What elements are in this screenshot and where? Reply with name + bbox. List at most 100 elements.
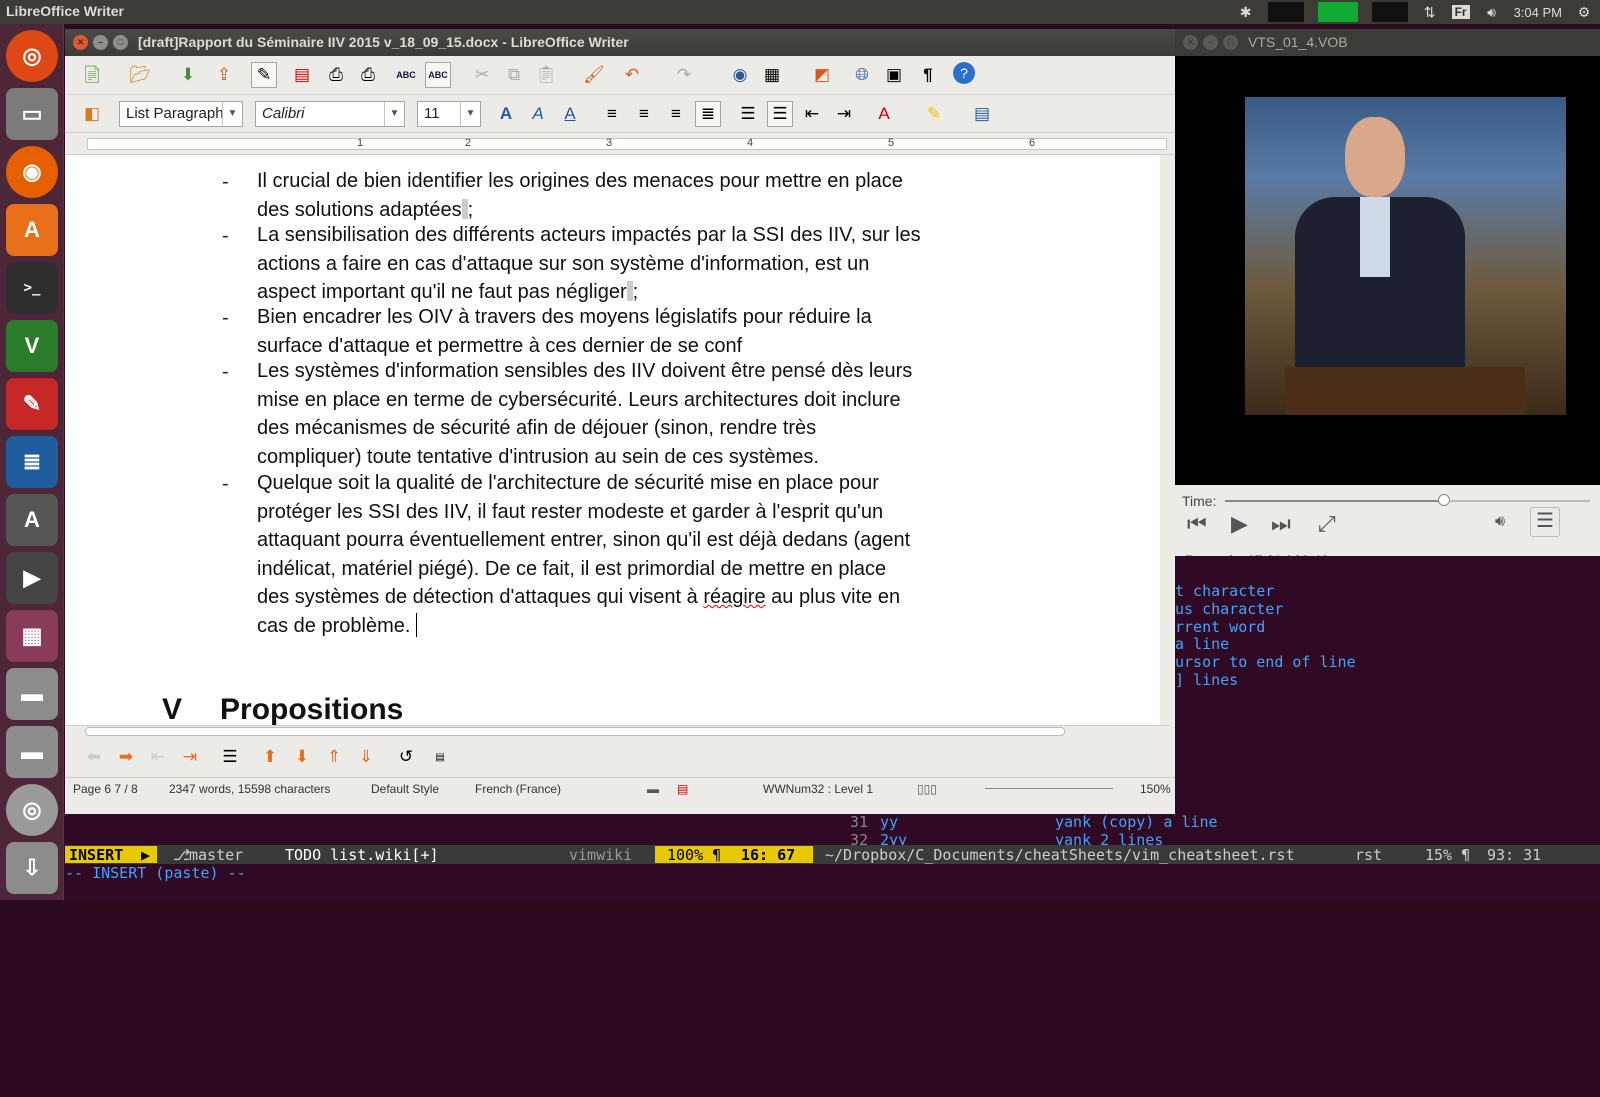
- next-icon[interactable]: ⏭︎: [1271, 511, 1291, 537]
- redo-icon[interactable]: ↷: [671, 62, 697, 88]
- autospellcheck-icon[interactable]: ABC: [425, 62, 451, 88]
- save-icon[interactable]: ⬇: [175, 62, 201, 88]
- signature-icon[interactable]: ▤: [677, 782, 688, 796]
- writer-icon[interactable]: ≣: [6, 436, 58, 488]
- copy-icon[interactable]: ⧉: [501, 62, 527, 88]
- close-icon[interactable]: ✕: [1183, 35, 1198, 50]
- next-arrow-icon[interactable]: ➡: [113, 744, 139, 770]
- page-indicator[interactable]: Page 6 7 / 8: [73, 782, 138, 796]
- background-color-icon[interactable]: ▤: [969, 101, 995, 127]
- view-layout-icon[interactable]: ▯▯▯: [917, 782, 937, 796]
- maximize-icon[interactable]: □: [1223, 35, 1238, 50]
- spellcheck-icon[interactable]: ABC: [393, 62, 419, 88]
- page-style[interactable]: Default Style: [371, 782, 439, 796]
- evince-icon[interactable]: ✎: [6, 378, 58, 430]
- numbering-options-icon[interactable]: ▤: [427, 744, 453, 770]
- paste-icon[interactable]: 📋︎: [533, 62, 559, 88]
- gear-icon[interactable]: ⚙: [1576, 4, 1592, 20]
- network-arrows-icon[interactable]: ⇅: [1422, 4, 1438, 20]
- help-icon[interactable]: ?: [953, 62, 975, 84]
- seek-bar[interactable]: [1225, 494, 1590, 506]
- minimize-icon[interactable]: –: [93, 35, 108, 50]
- decrease-indent-icon[interactable]: ⇤: [799, 101, 825, 127]
- network-graph[interactable]: [1371, 2, 1408, 22]
- files-icon[interactable]: ▭: [6, 88, 58, 140]
- zoom-level[interactable]: 150%: [1140, 782, 1171, 796]
- styles-icon[interactable]: ◧: [79, 101, 105, 127]
- ubuntu-icon[interactable]: ◎: [6, 30, 58, 82]
- move-up-icon[interactable]: ⬆: [257, 744, 283, 770]
- open-folder-icon[interactable]: 📂︎: [127, 62, 153, 88]
- document-page[interactable]: - Il crucial de bien identifier les orig…: [65, 155, 1160, 725]
- numbering-icon[interactable]: ☰: [735, 101, 761, 127]
- print-icon[interactable]: ⎙: [323, 62, 349, 88]
- horizontal-scrollbar[interactable]: [65, 725, 1170, 737]
- video-area[interactable]: [1175, 56, 1600, 485]
- software-center-icon[interactable]: A: [6, 204, 58, 256]
- cut-icon[interactable]: ✂: [469, 62, 495, 88]
- videos-icon[interactable]: ▶: [6, 552, 58, 604]
- highlighting-icon[interactable]: ✎: [921, 101, 947, 127]
- print-preview-icon[interactable]: ⎙: [355, 62, 381, 88]
- align-center-icon[interactable]: ≡: [631, 101, 657, 127]
- justify-icon[interactable]: ≣: [695, 101, 721, 127]
- edit-mode-icon[interactable]: ✎: [251, 62, 277, 88]
- font-size-combo[interactable]: 11 ▼: [417, 101, 481, 127]
- drive-icon-2[interactable]: ▬: [6, 726, 58, 778]
- chevron-down-icon[interactable]: ▼: [460, 102, 480, 126]
- navigator-icon[interactable]: ◉: [727, 62, 753, 88]
- fullscreen-icon[interactable]: ⤢: [1318, 511, 1336, 537]
- vim-window[interactable]: 31 yy yank (copy) a line 32 2yy yank 2 l…: [65, 813, 1600, 900]
- table-icon[interactable]: ▦: [759, 62, 785, 88]
- dvd-icon[interactable]: ◎: [6, 784, 58, 836]
- move-item-up-icon[interactable]: ⇑: [321, 744, 347, 770]
- move-left-icon[interactable]: ⇤: [145, 744, 171, 770]
- menu-icon[interactable]: ☰: [1530, 507, 1560, 537]
- bold-icon[interactable]: A: [493, 101, 519, 127]
- paragraph-style-combo[interactable]: List Paragraph ▼: [119, 101, 243, 127]
- font-color-icon[interactable]: A: [871, 101, 897, 127]
- chevron-down-icon[interactable]: ▼: [222, 102, 242, 126]
- previous-icon[interactable]: ⏮︎: [1187, 511, 1207, 537]
- vim-icon[interactable]: V: [6, 320, 58, 372]
- chart-icon[interactable]: ◩: [809, 62, 835, 88]
- usb-icon[interactable]: ⇩: [6, 842, 58, 894]
- keyboard-layout[interactable]: Fr: [1451, 5, 1470, 19]
- font-name-combo[interactable]: Calibri ▼: [255, 101, 405, 127]
- export-icon[interactable]: ⇪: [211, 62, 237, 88]
- firefox-icon[interactable]: ◉: [6, 146, 58, 198]
- italic-icon[interactable]: A: [525, 101, 551, 127]
- align-right-icon[interactable]: ≡: [663, 101, 689, 127]
- clone-formatting-icon[interactable]: 🖌︎: [581, 62, 607, 88]
- memory-graph[interactable]: [1317, 2, 1358, 22]
- drive-icon[interactable]: ▬: [6, 668, 58, 720]
- move-right-icon[interactable]: ⇥: [177, 744, 203, 770]
- dropbox-icon[interactable]: ✱: [1238, 4, 1254, 20]
- underline-icon[interactable]: A: [557, 101, 583, 127]
- insert-mode-icon[interactable]: ▬: [647, 782, 659, 796]
- close-icon[interactable]: ✕: [73, 35, 88, 50]
- hyperlink-icon[interactable]: 🌐︎: [849, 62, 875, 88]
- minimize-icon[interactable]: –: [1203, 35, 1218, 50]
- volume-icon[interactable]: 🔊︎: [1495, 513, 1505, 531]
- formatting-marks-icon[interactable]: ¶: [915, 62, 941, 88]
- clock[interactable]: 3:04 PM: [1514, 5, 1562, 20]
- terminal-icon[interactable]: >_: [6, 262, 58, 314]
- workspace-switcher-icon[interactable]: ▦: [6, 610, 58, 662]
- move-down-icon[interactable]: ⬇: [289, 744, 315, 770]
- export-pdf-icon[interactable]: ▤: [289, 62, 315, 88]
- chevron-down-icon[interactable]: ▼: [384, 102, 404, 126]
- insert-unnumbered-icon[interactable]: ☰: [217, 744, 243, 770]
- horizontal-ruler[interactable]: 1 2 3 4 5 6: [65, 133, 1193, 155]
- align-left-icon[interactable]: ≡: [599, 101, 625, 127]
- new-document-icon[interactable]: 📄︎: [79, 62, 105, 88]
- move-item-down-icon[interactable]: ⇓: [353, 744, 379, 770]
- bullets-icon[interactable]: ☰: [767, 101, 793, 127]
- vertical-scrollbar[interactable]: [1160, 155, 1170, 725]
- restart-numbering-icon[interactable]: ↺: [393, 744, 419, 770]
- play-icon[interactable]: ▶: [1231, 511, 1248, 537]
- previous-arrow-icon[interactable]: ⬅: [81, 744, 107, 770]
- undo-icon[interactable]: ↶: [619, 62, 645, 88]
- terminal-window[interactable]: t character us character rrent word a li…: [1175, 556, 1600, 821]
- software-updater-icon[interactable]: A: [6, 494, 58, 546]
